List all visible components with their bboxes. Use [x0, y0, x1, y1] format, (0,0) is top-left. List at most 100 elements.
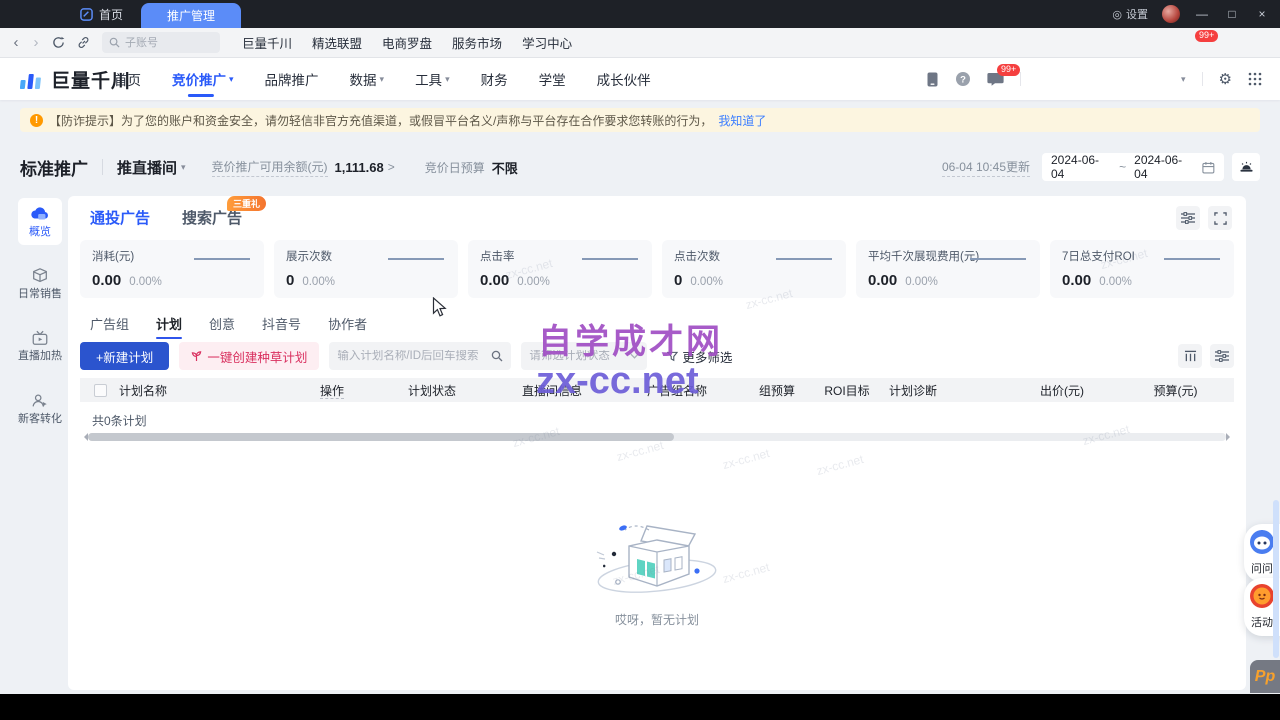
nav-school[interactable]: 学堂: [539, 58, 566, 100]
address-search-box[interactable]: [102, 32, 220, 53]
plan-table-header: 计划名称 操作 计划状态 直播间信息 广告组名称 组预算 ROI目标 计划诊断 …: [80, 378, 1234, 402]
quick-link-compass[interactable]: 电商罗盘: [382, 33, 432, 52]
scroll-right-arrow[interactable]: [1226, 433, 1234, 441]
back-button[interactable]: ‹: [6, 34, 26, 51]
help-icon[interactable]: ?: [955, 71, 971, 87]
scroll-left-arrow[interactable]: [80, 433, 88, 441]
promo-badge: 三重礼: [227, 196, 266, 211]
apps-grid-icon[interactable]: [1248, 72, 1262, 86]
nav-bid-promotion[interactable]: 竞价推广▾: [172, 58, 234, 100]
browser-tab-promotion[interactable]: 推广管理: [141, 3, 241, 28]
fullscreen-button[interactable]: [1208, 206, 1232, 230]
chevron-down-icon: [630, 353, 639, 359]
plan-search-input[interactable]: [337, 350, 491, 362]
stat-card-cpm[interactable]: 平均千次展现费用(元) 0.000.00%: [856, 240, 1040, 298]
tab-douyin-account[interactable]: 抖音号: [262, 314, 301, 339]
quick-link-market[interactable]: 服务市场: [452, 33, 502, 52]
window-close-button[interactable]: ×: [1254, 7, 1270, 21]
tab-creative[interactable]: 创意: [209, 314, 235, 339]
col-plan-status: 计划状态: [377, 382, 487, 399]
quick-link-jingxuan[interactable]: 精选联盟: [312, 33, 362, 52]
address-input[interactable]: [125, 37, 205, 49]
status-filter-input[interactable]: [529, 350, 630, 362]
quick-link-qianchuan[interactable]: 巨量千川: [242, 33, 292, 52]
forward-button[interactable]: ›: [26, 34, 46, 51]
scrollbar-thumb[interactable]: [88, 433, 674, 441]
sparkline: [388, 258, 444, 260]
settings-target-icon: ◎: [1112, 8, 1122, 21]
tab-plan[interactable]: 计划: [156, 314, 182, 339]
daily-budget-label: 竞价日预算: [425, 159, 485, 176]
quick-link-learn[interactable]: 学习中心: [522, 33, 572, 52]
balance-arrow-icon[interactable]: >: [388, 160, 395, 174]
browser-settings-button[interactable]: ◎ 设置: [1112, 6, 1148, 22]
nav-finance[interactable]: 财务: [481, 58, 508, 100]
new-plan-button[interactable]: +新建计划: [80, 342, 169, 370]
filter-funnel-icon: [667, 351, 678, 362]
main-nav: 首页 竞价推广▾ 品牌推广 数据▾ 工具▾ 财务 学堂 成长伙伴: [114, 58, 651, 100]
date-start: 2024-06-04: [1051, 153, 1111, 181]
tab-collaborator[interactable]: 协作者: [328, 314, 367, 339]
horizontal-scrollbar[interactable]: [80, 432, 1234, 441]
message-badge: 99+: [997, 64, 1020, 76]
browser-tab-home[interactable]: 首页: [62, 0, 141, 28]
vertical-scrollbar-thumb[interactable]: [1273, 500, 1279, 658]
gear-icon[interactable]: ⚙: [1219, 70, 1232, 88]
nav-home[interactable]: 首页: [114, 58, 141, 100]
plan-actions-row: +新建计划 一键创建种草计划 更多筛选: [80, 342, 1234, 370]
account-caret-icon[interactable]: ▾: [1181, 74, 1186, 85]
select-all-checkbox[interactable]: [94, 384, 107, 397]
user-avatar[interactable]: [1162, 5, 1180, 23]
metric-settings-button[interactable]: [1176, 206, 1200, 230]
sprout-icon: [191, 350, 202, 362]
stat-card-ctr[interactable]: 点击率 0.000.00%: [468, 240, 652, 298]
tab-search-ads[interactable]: 搜索广告 三重礼: [182, 207, 242, 228]
stat-card-clicks[interactable]: 点击次数 00.00%: [662, 240, 846, 298]
sparkline: [970, 258, 1026, 260]
plan-search-box[interactable]: [329, 342, 511, 370]
expand-icon: [1214, 212, 1227, 225]
stat-card-roi[interactable]: 7日总支付ROI 0.000.00%: [1050, 240, 1234, 298]
status-filter-select[interactable]: [521, 342, 647, 370]
tab-feed-ads[interactable]: 通投广告: [90, 207, 150, 228]
logo-icon: [20, 68, 44, 92]
plan-count: 共0条计划: [92, 412, 147, 429]
col-operation: 操作: [287, 382, 377, 399]
col-live-room: 直播间信息: [487, 382, 617, 399]
quick-links: 巨量千川 精选联盟 电商罗盘 服务市场 学习中心: [242, 33, 572, 52]
tab-favicon-icon: [80, 8, 93, 21]
sidebar-item-overview[interactable]: 概览: [18, 198, 62, 245]
balance-label: 竞价推广可用余额(元): [212, 158, 328, 177]
stat-card-cost[interactable]: 消耗(元) 0.000.00%: [80, 240, 264, 298]
sidebar-item-daily-sales[interactable]: 日常销售: [18, 260, 62, 307]
more-filter-button[interactable]: 更多筛选: [667, 347, 732, 366]
nav-partner[interactable]: 成长伙伴: [597, 58, 651, 100]
stat-card-impressions[interactable]: 展示次数 00.00%: [274, 240, 458, 298]
link-icon[interactable]: [77, 36, 90, 49]
custom-columns-button[interactable]: [1178, 344, 1202, 368]
refresh-button[interactable]: [52, 36, 65, 49]
window-minimize-button[interactable]: —: [1194, 7, 1210, 21]
window-maximize-button[interactable]: □: [1224, 7, 1240, 21]
list-settings-button[interactable]: [1210, 344, 1234, 368]
mobile-icon[interactable]: [926, 71, 939, 88]
seed-plan-button[interactable]: 一键创建种草计划: [179, 342, 319, 370]
banner-acknowledge-link[interactable]: 我知道了: [718, 112, 766, 129]
nav-tools[interactable]: 工具▾: [415, 58, 450, 100]
sidebar-item-live-heating[interactable]: 直播加热: [18, 322, 62, 369]
daily-budget-value: 不限: [492, 158, 518, 177]
nav-data[interactable]: 数据▾: [350, 58, 385, 100]
tab-ad-group[interactable]: 广告组: [90, 314, 129, 339]
sidebar-item-new-customer[interactable]: 新客转化: [18, 385, 62, 432]
messages-icon[interactable]: 99+: [987, 71, 1004, 87]
date-range-picker[interactable]: 2024-06-04 ~ 2024-06-04: [1042, 153, 1224, 181]
customer-icon: [31, 392, 49, 410]
col-budget: 预算(元): [1117, 382, 1234, 399]
alarm-button[interactable]: [1232, 153, 1260, 181]
col-roi-target: ROI目标: [817, 382, 877, 399]
browser-tabbar: 首页 推广管理 ◎ 设置 — □ ×: [0, 0, 1280, 28]
col-group-name: 广告组名称: [617, 382, 737, 399]
search-icon: [491, 350, 503, 362]
scene-selector[interactable]: 推直播间 ▾: [117, 157, 186, 178]
nav-brand-promotion[interactable]: 品牌推广: [265, 58, 319, 100]
